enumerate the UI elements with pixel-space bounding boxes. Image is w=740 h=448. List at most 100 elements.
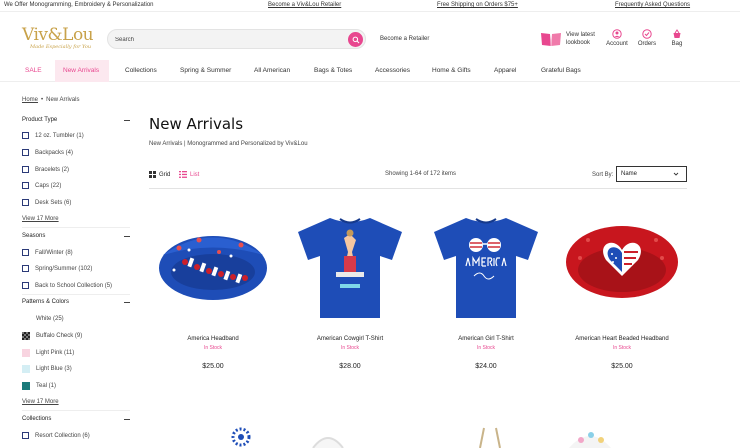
- checkbox[interactable]: [22, 199, 29, 206]
- list-view-toggle[interactable]: List: [179, 171, 199, 178]
- search-icon: [352, 36, 359, 43]
- product-name[interactable]: American Heart Beaded Headband: [558, 336, 686, 342]
- product-image-headband[interactable]: [149, 200, 277, 330]
- color-swatch-option[interactable]: White (25): [22, 315, 130, 323]
- logo-text: Viv&Lou: [22, 25, 94, 45]
- nav-bags-totes[interactable]: Bags & Totes: [314, 67, 352, 74]
- product-card[interactable]: American Cowgirl T-Shirt In Stock $28.00: [286, 200, 414, 370]
- breadcrumb-home[interactable]: Home: [22, 97, 38, 103]
- free-shipping-link[interactable]: Free Shipping on Orders $75+: [437, 2, 518, 8]
- sort-value: Name: [621, 171, 638, 177]
- filter-option-label: White (25): [36, 316, 64, 322]
- filter-option[interactable]: Desk Sets (6): [22, 199, 130, 206]
- view-more-product-type[interactable]: View 17 More: [22, 216, 59, 222]
- filter-option[interactable]: Caps (22): [22, 182, 130, 189]
- lookbook-link[interactable]: View latest lookbook: [540, 31, 595, 47]
- product-name[interactable]: American Girl T-Shirt: [422, 336, 550, 342]
- checkbox[interactable]: [22, 132, 29, 139]
- filter-option-label: Light Blue (3): [36, 366, 72, 372]
- filter-heading-label: Seasons: [22, 233, 46, 239]
- checkbox[interactable]: [22, 166, 29, 173]
- checkbox[interactable]: [22, 249, 29, 256]
- sort-select[interactable]: Name: [616, 166, 687, 182]
- product-name[interactable]: America Headband: [149, 336, 277, 342]
- color-swatch-option[interactable]: Light Pink (11): [22, 349, 130, 357]
- color-swatch-option[interactable]: Light Blue (3): [22, 365, 130, 373]
- nav-apparel[interactable]: Apparel: [494, 67, 516, 74]
- product-price: $25.00: [202, 363, 224, 370]
- filter-heading-seasons[interactable]: Seasons: [22, 233, 130, 239]
- checkbox[interactable]: [22, 182, 29, 189]
- filter-option[interactable]: 12 oz. Tumbler (1): [22, 132, 130, 139]
- nav-grateful-bags[interactable]: Grateful Bags: [541, 67, 581, 74]
- results-count: Showing 1-64 of 172 items: [385, 171, 457, 177]
- orders-icon: [642, 29, 652, 39]
- swatch-light-blue[interactable]: [22, 365, 30, 373]
- checkbox[interactable]: [22, 282, 29, 289]
- swatch-light-pink[interactable]: [22, 349, 30, 357]
- filter-option-label: Spring/Summer (102): [35, 265, 93, 272]
- announcement-message: We Offer Monogramming, Embroidery & Pers…: [4, 2, 154, 8]
- nav-collections[interactable]: Collections: [125, 67, 157, 74]
- product-card[interactable]: America Headband In Stock $25.00: [149, 200, 277, 370]
- become-retailer-link[interactable]: Become a Retailer: [380, 36, 429, 42]
- retailer-top-link[interactable]: Become a Viv&Lou Retailer: [268, 2, 341, 8]
- next-product-image-peek[interactable]: [565, 426, 615, 448]
- next-product-image-peek[interactable]: [470, 426, 510, 448]
- filter-option[interactable]: Bracelets (2): [22, 166, 130, 173]
- nav-home-gifts[interactable]: Home & Gifts: [432, 67, 471, 74]
- collapse-icon: [124, 120, 130, 121]
- product-name[interactable]: American Cowgirl T-Shirt: [286, 336, 414, 342]
- search-button[interactable]: [348, 32, 363, 47]
- filter-option-label: Buffalo Check (9): [36, 333, 83, 339]
- checkbox[interactable]: [22, 432, 29, 439]
- product-card[interactable]: American Girl T-Shirt In Stock $24.00: [422, 200, 550, 370]
- nav-new-arrivals[interactable]: New Arrivals: [63, 67, 99, 74]
- filter-heading-collections[interactable]: Collections: [22, 416, 130, 422]
- stock-status: In Stock: [203, 345, 223, 351]
- color-swatch-option[interactable]: Teal (1): [22, 382, 130, 390]
- next-product-image-peek[interactable]: [308, 426, 348, 448]
- checkbox[interactable]: [22, 149, 29, 156]
- view-more-patterns[interactable]: View 17 More: [22, 399, 59, 405]
- main-nav: SALE New Arrivals Collections Spring & S…: [0, 60, 740, 82]
- site-logo[interactable]: Viv&Lou Made Especially for You: [22, 27, 94, 53]
- orders-link[interactable]: Orders: [632, 29, 662, 47]
- faq-link[interactable]: Frequently Asked Questions: [615, 2, 690, 8]
- filter-option-label: Teal (1): [36, 383, 57, 389]
- product-card[interactable]: American Heart Beaded Headband In Stock …: [558, 200, 686, 370]
- divider: [22, 410, 130, 411]
- nav-all-american[interactable]: All American: [254, 67, 290, 74]
- filter-option[interactable]: Backpacks (4): [22, 149, 130, 156]
- lookbook-line-1: View latest: [566, 32, 595, 38]
- checkbox[interactable]: [22, 265, 29, 272]
- filter-option[interactable]: Spring/Summer (102): [22, 265, 130, 272]
- bag-link[interactable]: Bag: [662, 29, 692, 47]
- filter-heading-product-type[interactable]: Product Type: [22, 117, 130, 123]
- product-image-american-girl-tshirt[interactable]: [422, 200, 550, 330]
- filter-option-label: 12 oz. Tumbler (1): [35, 132, 84, 139]
- swatch-teal[interactable]: [22, 382, 30, 390]
- next-product-image-peek[interactable]: [230, 426, 252, 448]
- filter-option-label: Caps (22): [35, 182, 62, 189]
- page-title: New Arrivals: [149, 115, 244, 133]
- product-image-cowgirl-tshirt[interactable]: [286, 200, 414, 330]
- filter-option[interactable]: Back to School Collection (5): [22, 282, 130, 289]
- filter-heading-patterns[interactable]: Patterns & Colors: [22, 299, 130, 305]
- product-image-heart-headband[interactable]: [558, 200, 686, 330]
- toolbar-divider: [149, 188, 687, 189]
- nav-spring-summer[interactable]: Spring & Summer: [180, 67, 231, 74]
- filter-option[interactable]: Fall/Winter (8): [22, 249, 130, 256]
- color-swatch-option[interactable]: Buffalo Check (9): [22, 332, 130, 340]
- swatch-buffalo-check[interactable]: [22, 332, 30, 340]
- filter-option[interactable]: Resort Collection (6): [22, 432, 130, 439]
- swatch-white[interactable]: [22, 315, 30, 323]
- page-subtitle: New Arrivals | Monogrammed and Personali…: [149, 141, 308, 147]
- stock-status: In Stock: [476, 345, 496, 351]
- nav-accessories[interactable]: Accessories: [375, 67, 410, 74]
- grid-view-toggle[interactable]: Grid: [149, 171, 170, 178]
- search-input[interactable]: [115, 33, 335, 46]
- account-link[interactable]: Account: [602, 29, 632, 47]
- nav-sale[interactable]: SALE: [25, 67, 42, 74]
- lookbook-icon: [540, 31, 562, 47]
